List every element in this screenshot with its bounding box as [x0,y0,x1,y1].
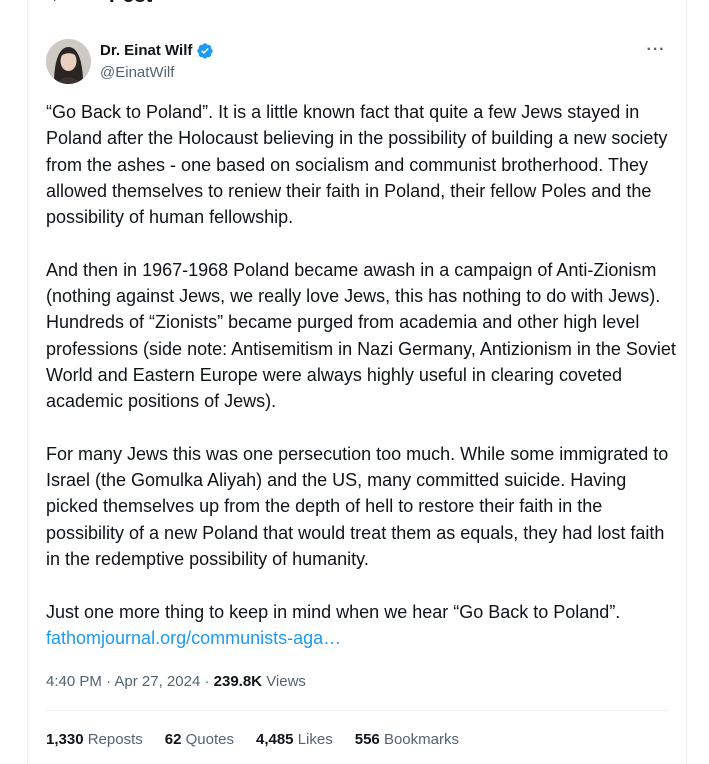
bookmarks-count: 556 [354,731,380,748]
views-label: Views [266,673,306,690]
divider [46,710,669,711]
post-time[interactable]: 4:40 PM [46,673,102,690]
meta-separator: · [106,673,112,690]
name-row: Dr. Einat Wilf [100,41,214,61]
reposts-label: Reposts [87,731,143,748]
post-date[interactable]: Apr 27, 2024 [114,673,200,690]
more-options-icon[interactable]: ··· [644,42,668,58]
meta-separator: · [204,673,210,690]
tweet-paragraph: And then in 1967-1968 Poland became awas… [46,259,681,412]
likes-label: Likes [297,731,333,748]
tweet-paragraph: “Go Back to Poland”. It is a little know… [46,102,673,228]
quotes-count: 62 [164,731,182,748]
engagement-stats: 1,330 Reposts 62 Quotes 4,485 Likes 556 … [46,730,459,750]
quotes-stat[interactable]: 62 Quotes [165,730,234,750]
avatar-portrait-icon [46,39,91,84]
views-count: 239.8K [213,673,263,690]
post-meta: 4:40 PM · Apr 27, 2024 · 239.8K Views [46,672,306,692]
likes-stat[interactable]: 4,485 Likes [256,730,333,750]
tweet-link[interactable]: fathomjournal.org/communists-aga… [46,628,341,648]
verified-badge-icon[interactable] [196,42,214,60]
author-handle[interactable]: @EinatWilf [100,63,174,83]
avatar[interactable] [46,39,91,84]
reposts-count: 1,330 [46,731,84,748]
reposts-stat[interactable]: 1,330 Reposts [46,730,143,750]
page-title: Post [109,0,152,8]
bookmarks-label: Bookmarks [383,731,459,748]
likes-count: 4,485 [255,731,294,748]
bookmarks-stat[interactable]: 556 Bookmarks [355,730,459,750]
tweet-closing: Just one more thing to keep in mind when… [46,599,676,652]
author-header: Dr. Einat Wilf @EinatWilf ··· [46,39,668,85]
back-arrow-icon[interactable]: ← [48,0,68,6]
tweet-body: “Go Back to Poland”. It is a little know… [46,99,676,651]
tweet-paragraph: For many Jews this was one persecution t… [46,443,674,570]
post-column: ← Post Dr. Einat Wilf @EinatWilf ··· “Go… [27,0,687,764]
top-bar: ← Post [28,0,686,10]
author-name[interactable]: Dr. Einat Wilf [100,41,192,61]
quotes-label: Quotes [185,731,234,748]
tweet-closing-text: Just one more thing to keep in mind when… [46,601,621,622]
